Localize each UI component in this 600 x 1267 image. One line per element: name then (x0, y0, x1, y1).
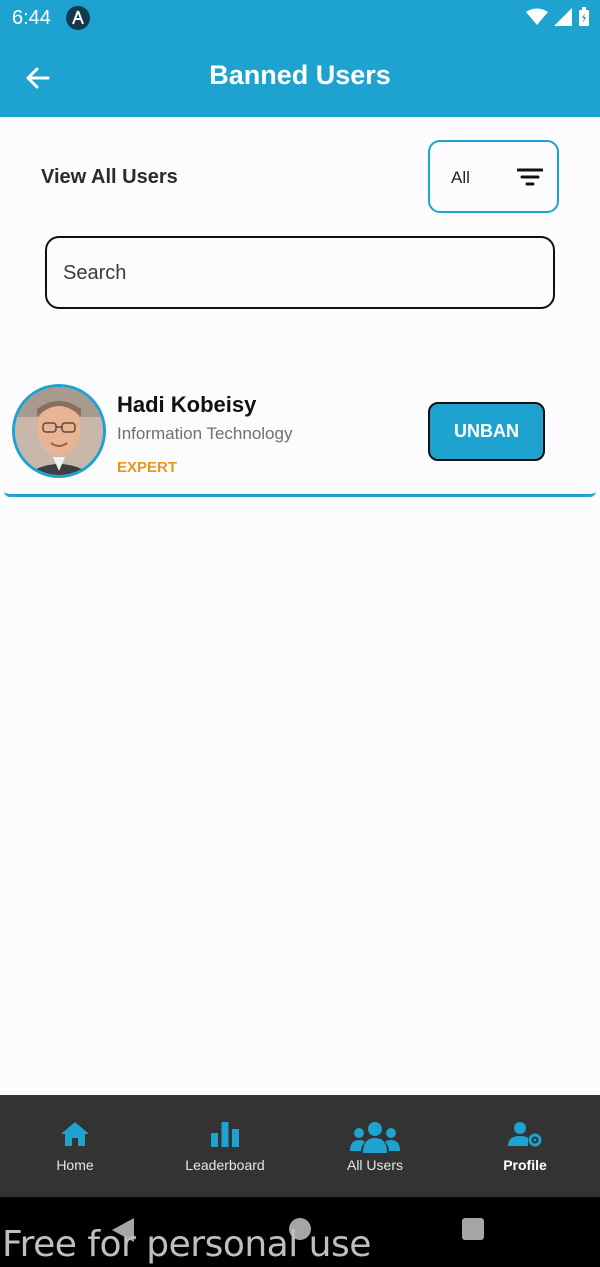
nav-label-all-users: All Users (346, 1157, 403, 1173)
filter-dropdown[interactable]: All (428, 140, 559, 213)
search-box (45, 236, 555, 309)
wifi-icon (526, 8, 548, 25)
filter-value: All (451, 168, 470, 187)
nav-label-profile: Profile (503, 1157, 547, 1173)
filter-icon (517, 168, 543, 186)
avatar (12, 384, 106, 478)
bottom-nav: Home Leaderboard All Users Profile (0, 1095, 600, 1197)
status-bar: 6:44 (0, 0, 600, 36)
nav-item-home[interactable]: Home (0, 1095, 150, 1197)
user-gear-icon (508, 1122, 542, 1147)
status-indicators (526, 7, 590, 27)
system-recents-icon[interactable] (462, 1218, 484, 1240)
page-title: Banned Users (209, 60, 391, 90)
section-title: View All Users (41, 166, 178, 188)
user-role-badge: EXPERT (117, 459, 178, 476)
user-card: Hadi Kobeisy Information Technology EXPE… (4, 372, 596, 497)
user-department: Information Technology (117, 424, 293, 443)
nav-label-home: Home (56, 1157, 94, 1173)
nav-item-profile[interactable]: Profile (450, 1095, 600, 1197)
app-notification-icon (66, 6, 90, 30)
nav-item-all-users[interactable]: All Users (300, 1095, 450, 1197)
search-input[interactable] (63, 256, 533, 290)
app-bar: Banned Users (0, 36, 600, 117)
bar-chart-icon (211, 1122, 239, 1147)
home-icon (61, 1122, 89, 1146)
status-time: 6:44 (12, 7, 51, 29)
unban-button[interactable]: UNBAN (428, 402, 545, 461)
nav-item-leaderboard[interactable]: Leaderboard (150, 1095, 300, 1197)
watermark: Free for personal use (2, 1224, 371, 1265)
user-name: Hadi Kobeisy (117, 392, 257, 417)
users-group-icon (350, 1122, 400, 1153)
nav-label-leaderboard: Leaderboard (185, 1157, 265, 1173)
battery-icon (579, 7, 589, 26)
signal-icon (554, 8, 572, 26)
